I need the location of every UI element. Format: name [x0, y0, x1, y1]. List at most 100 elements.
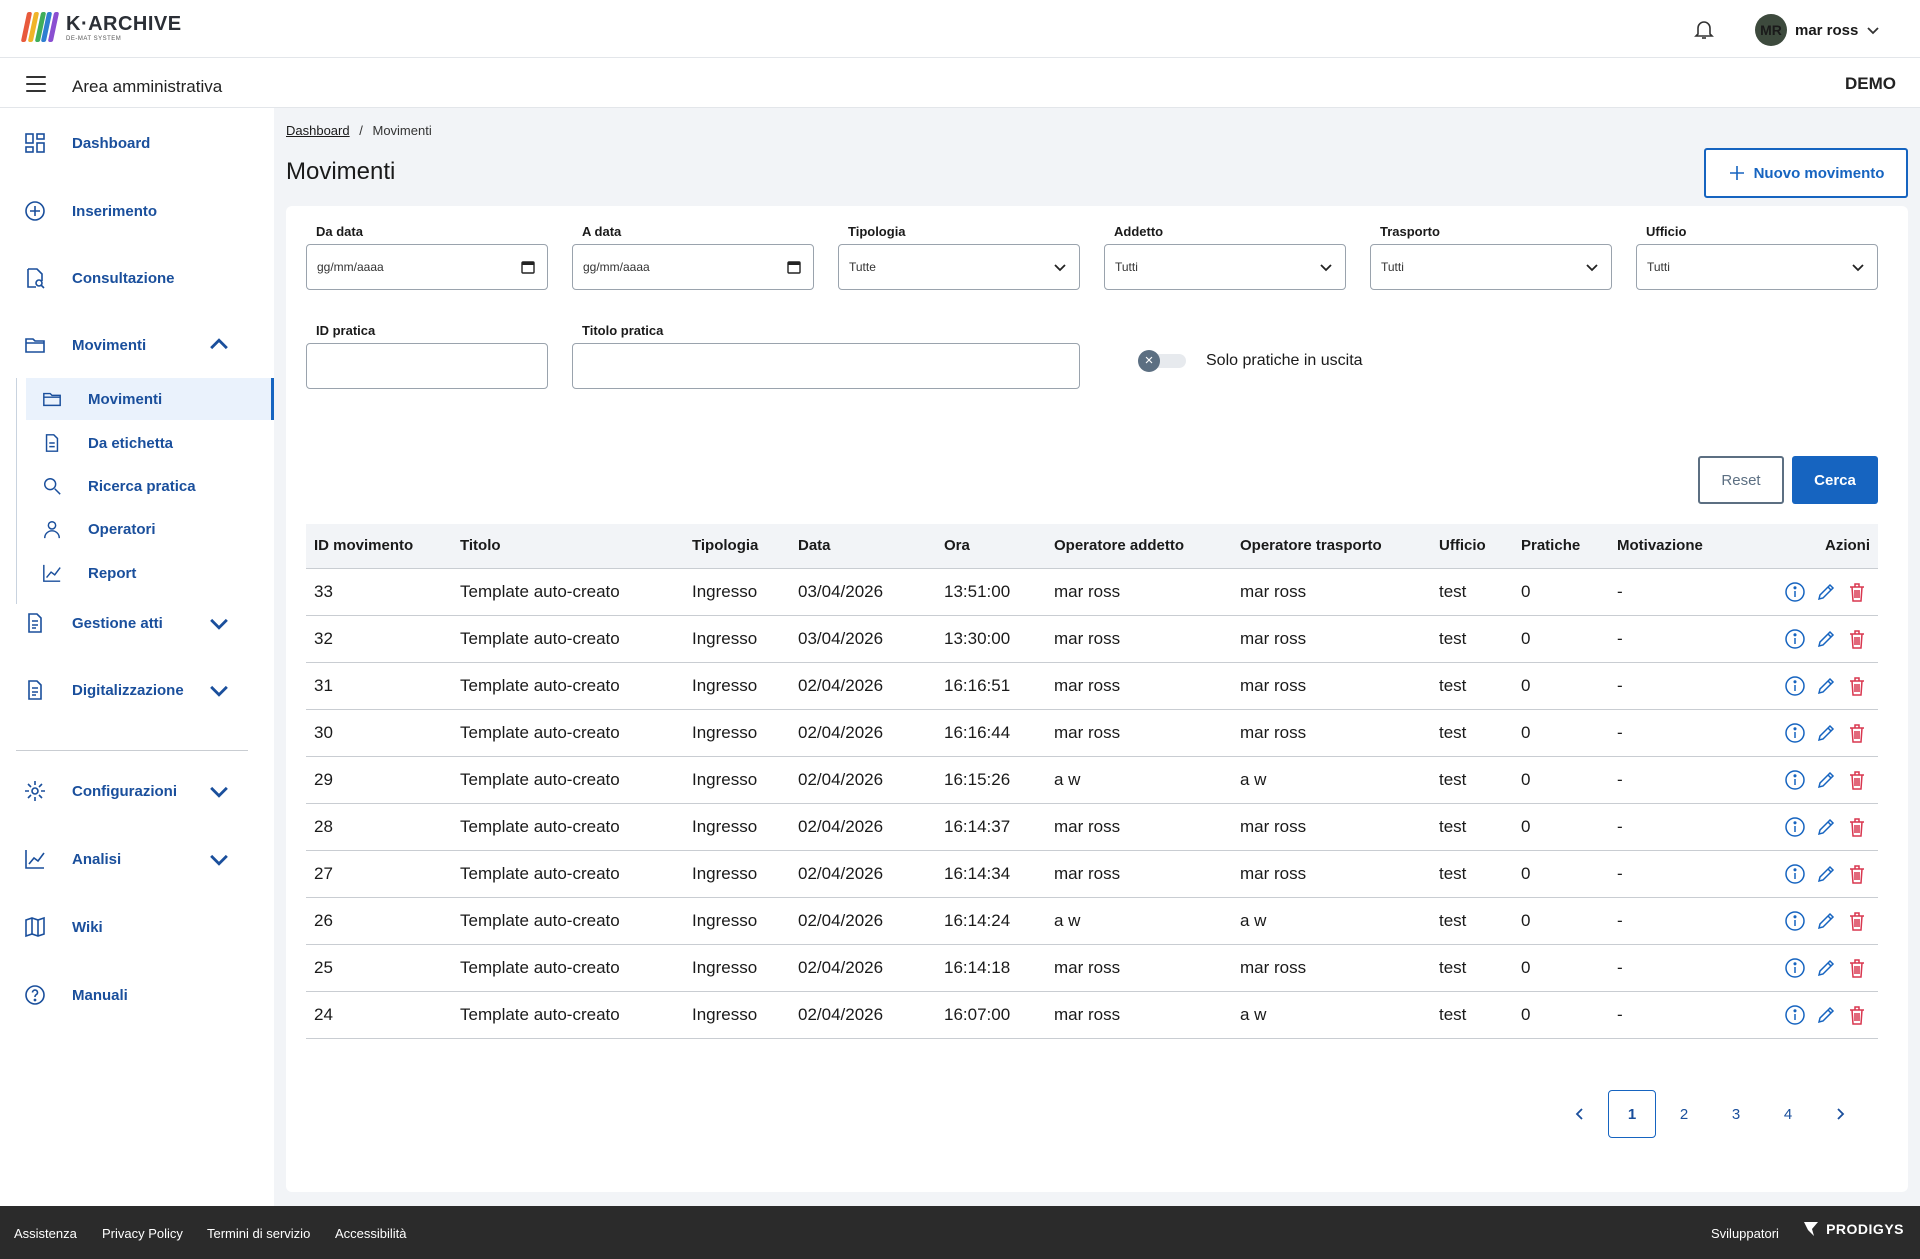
sidebar-item-configurazioni[interactable]: Configurazioni: [24, 776, 228, 806]
info-icon[interactable]: [1784, 769, 1806, 791]
calendar-icon[interactable]: [787, 260, 801, 274]
column-header[interactable]: Data: [790, 524, 936, 568]
sidebar-item-manuali[interactable]: Manuali: [24, 980, 128, 1010]
trash-icon[interactable]: [1846, 816, 1868, 838]
column-header[interactable]: Titolo: [452, 524, 684, 568]
table-cell: mar ross: [1054, 581, 1121, 601]
date-to-input[interactable]: gg/mm/aaaa: [572, 244, 814, 290]
table-cell: 25: [314, 957, 333, 977]
table-cell: 02/04/2026: [798, 769, 884, 789]
id-pratica-input[interactable]: [306, 343, 548, 389]
edit-icon[interactable]: [1815, 1004, 1837, 1026]
footer-link-privacy[interactable]: Privacy Policy: [102, 1226, 183, 1241]
sidebar-item-movimenti[interactable]: Movimenti: [24, 330, 228, 360]
sidebar-subitem-report[interactable]: Report: [26, 552, 274, 594]
trash-icon[interactable]: [1846, 581, 1868, 603]
edit-icon[interactable]: [1815, 581, 1837, 603]
trash-icon[interactable]: [1846, 628, 1868, 650]
page-button[interactable]: 3: [1712, 1090, 1760, 1138]
column-header[interactable]: Ora: [936, 524, 1046, 568]
sidebar-subitem-movimenti[interactable]: Movimenti: [26, 378, 274, 420]
column-header[interactable]: Tipologia: [684, 524, 790, 568]
user-menu[interactable]: MR mar ross: [1755, 14, 1880, 46]
footer-link-accessibility[interactable]: Accessibilità: [335, 1226, 407, 1241]
page-button[interactable]: 4: [1764, 1090, 1812, 1138]
trash-icon[interactable]: [1846, 722, 1868, 744]
info-icon[interactable]: [1784, 910, 1806, 932]
tipologia-select[interactable]: Tutte: [838, 244, 1080, 290]
edit-icon[interactable]: [1815, 863, 1837, 885]
row-actions: [1739, 944, 1878, 991]
info-icon[interactable]: [1784, 722, 1806, 744]
bell-icon[interactable]: [1692, 17, 1716, 41]
table-cell: Template auto-creato: [460, 910, 620, 930]
next-page-button[interactable]: [1816, 1090, 1864, 1138]
table-cell: mar ross: [1054, 1004, 1121, 1024]
edit-icon[interactable]: [1815, 628, 1837, 650]
addetto-select[interactable]: Tutti: [1104, 244, 1346, 290]
sidebar-subitem-label: Movimenti: [88, 390, 163, 408]
column-header[interactable]: Operatore trasporto: [1232, 524, 1431, 568]
trasporto-select[interactable]: Tutti: [1370, 244, 1612, 290]
app-logo[interactable]: K·ARCHIVE DE-MAT SYSTEM: [20, 12, 182, 44]
table-cell: mar ross: [1240, 581, 1307, 601]
titolo-pratica-input[interactable]: [572, 343, 1080, 389]
trash-icon[interactable]: [1846, 910, 1868, 932]
sidebar-subitem-operatori[interactable]: Operatori: [26, 508, 274, 550]
page-button[interactable]: 1: [1608, 1090, 1656, 1138]
reset-button[interactable]: Reset: [1698, 456, 1784, 504]
info-icon[interactable]: [1784, 1004, 1806, 1026]
info-icon[interactable]: [1784, 957, 1806, 979]
trash-icon[interactable]: [1846, 675, 1868, 697]
sidebar-item-consultazione[interactable]: Consultazione: [24, 263, 175, 293]
hamburger-menu-icon[interactable]: [26, 76, 46, 92]
breadcrumb-link-dashboard[interactable]: Dashboard: [286, 123, 350, 138]
trash-icon[interactable]: [1846, 957, 1868, 979]
sidebar-subitem-ricerca-pratica[interactable]: Ricerca pratica: [26, 465, 274, 507]
sidebar-item-analisi[interactable]: Analisi: [24, 844, 228, 874]
edit-icon[interactable]: [1815, 957, 1837, 979]
sidebar-item-gestione-atti[interactable]: Gestione atti: [24, 608, 228, 638]
column-header[interactable]: Operatore addetto: [1046, 524, 1232, 568]
sidebar-subitem-da-etichetta[interactable]: Da etichetta: [26, 422, 274, 464]
sidebar-item-wiki[interactable]: Wiki: [24, 912, 103, 942]
new-movement-button[interactable]: Nuovo movimento: [1704, 148, 1908, 198]
info-icon[interactable]: [1784, 816, 1806, 838]
footer-link-developers[interactable]: Sviluppatori: [1711, 1226, 1779, 1241]
info-icon[interactable]: [1784, 863, 1806, 885]
sidebar-item-inserimento[interactable]: Inserimento: [24, 196, 157, 226]
footer-link-assistenza[interactable]: Assistenza: [14, 1226, 77, 1241]
table-cell: -: [1617, 816, 1623, 836]
edit-icon[interactable]: [1815, 722, 1837, 744]
edit-icon[interactable]: [1815, 675, 1837, 697]
solo-uscita-toggle[interactable]: ×: [1138, 350, 1186, 372]
previous-page-button[interactable]: [1556, 1090, 1604, 1138]
column-header[interactable]: ID movimento: [306, 524, 452, 568]
filter-label: Titolo pratica: [582, 323, 664, 338]
table-cell: Ingresso: [692, 957, 758, 977]
column-header[interactable]: Ufficio: [1431, 524, 1513, 568]
date-from-input[interactable]: gg/mm/aaaa: [306, 244, 548, 290]
edit-icon[interactable]: [1815, 769, 1837, 791]
column-header[interactable]: Pratiche: [1513, 524, 1609, 568]
sidebar-item-dashboard[interactable]: Dashboard: [24, 128, 150, 158]
calendar-icon[interactable]: [521, 260, 535, 274]
edit-icon[interactable]: [1815, 816, 1837, 838]
page-button[interactable]: 2: [1660, 1090, 1708, 1138]
table-cell: 30: [314, 722, 333, 742]
trash-icon[interactable]: [1846, 863, 1868, 885]
column-header[interactable]: Motivazione: [1609, 524, 1739, 568]
trash-icon[interactable]: [1846, 1004, 1868, 1026]
info-icon[interactable]: [1784, 675, 1806, 697]
trash-icon[interactable]: [1846, 769, 1868, 791]
footer-link-terms[interactable]: Termini di servizio: [207, 1226, 310, 1241]
file-icon: [28, 680, 42, 700]
info-icon[interactable]: [1784, 628, 1806, 650]
search-button[interactable]: Cerca: [1792, 456, 1878, 504]
app-name: K·ARCHIVE: [66, 13, 182, 35]
sidebar-item-digitalizzazione[interactable]: Digitalizzazione: [24, 675, 228, 705]
table-row: 24 Template auto-creato Ingresso 02/04/2026…: [306, 991, 1878, 1038]
info-icon[interactable]: [1784, 581, 1806, 603]
ufficio-select[interactable]: Tutti: [1636, 244, 1878, 290]
edit-icon[interactable]: [1815, 910, 1837, 932]
